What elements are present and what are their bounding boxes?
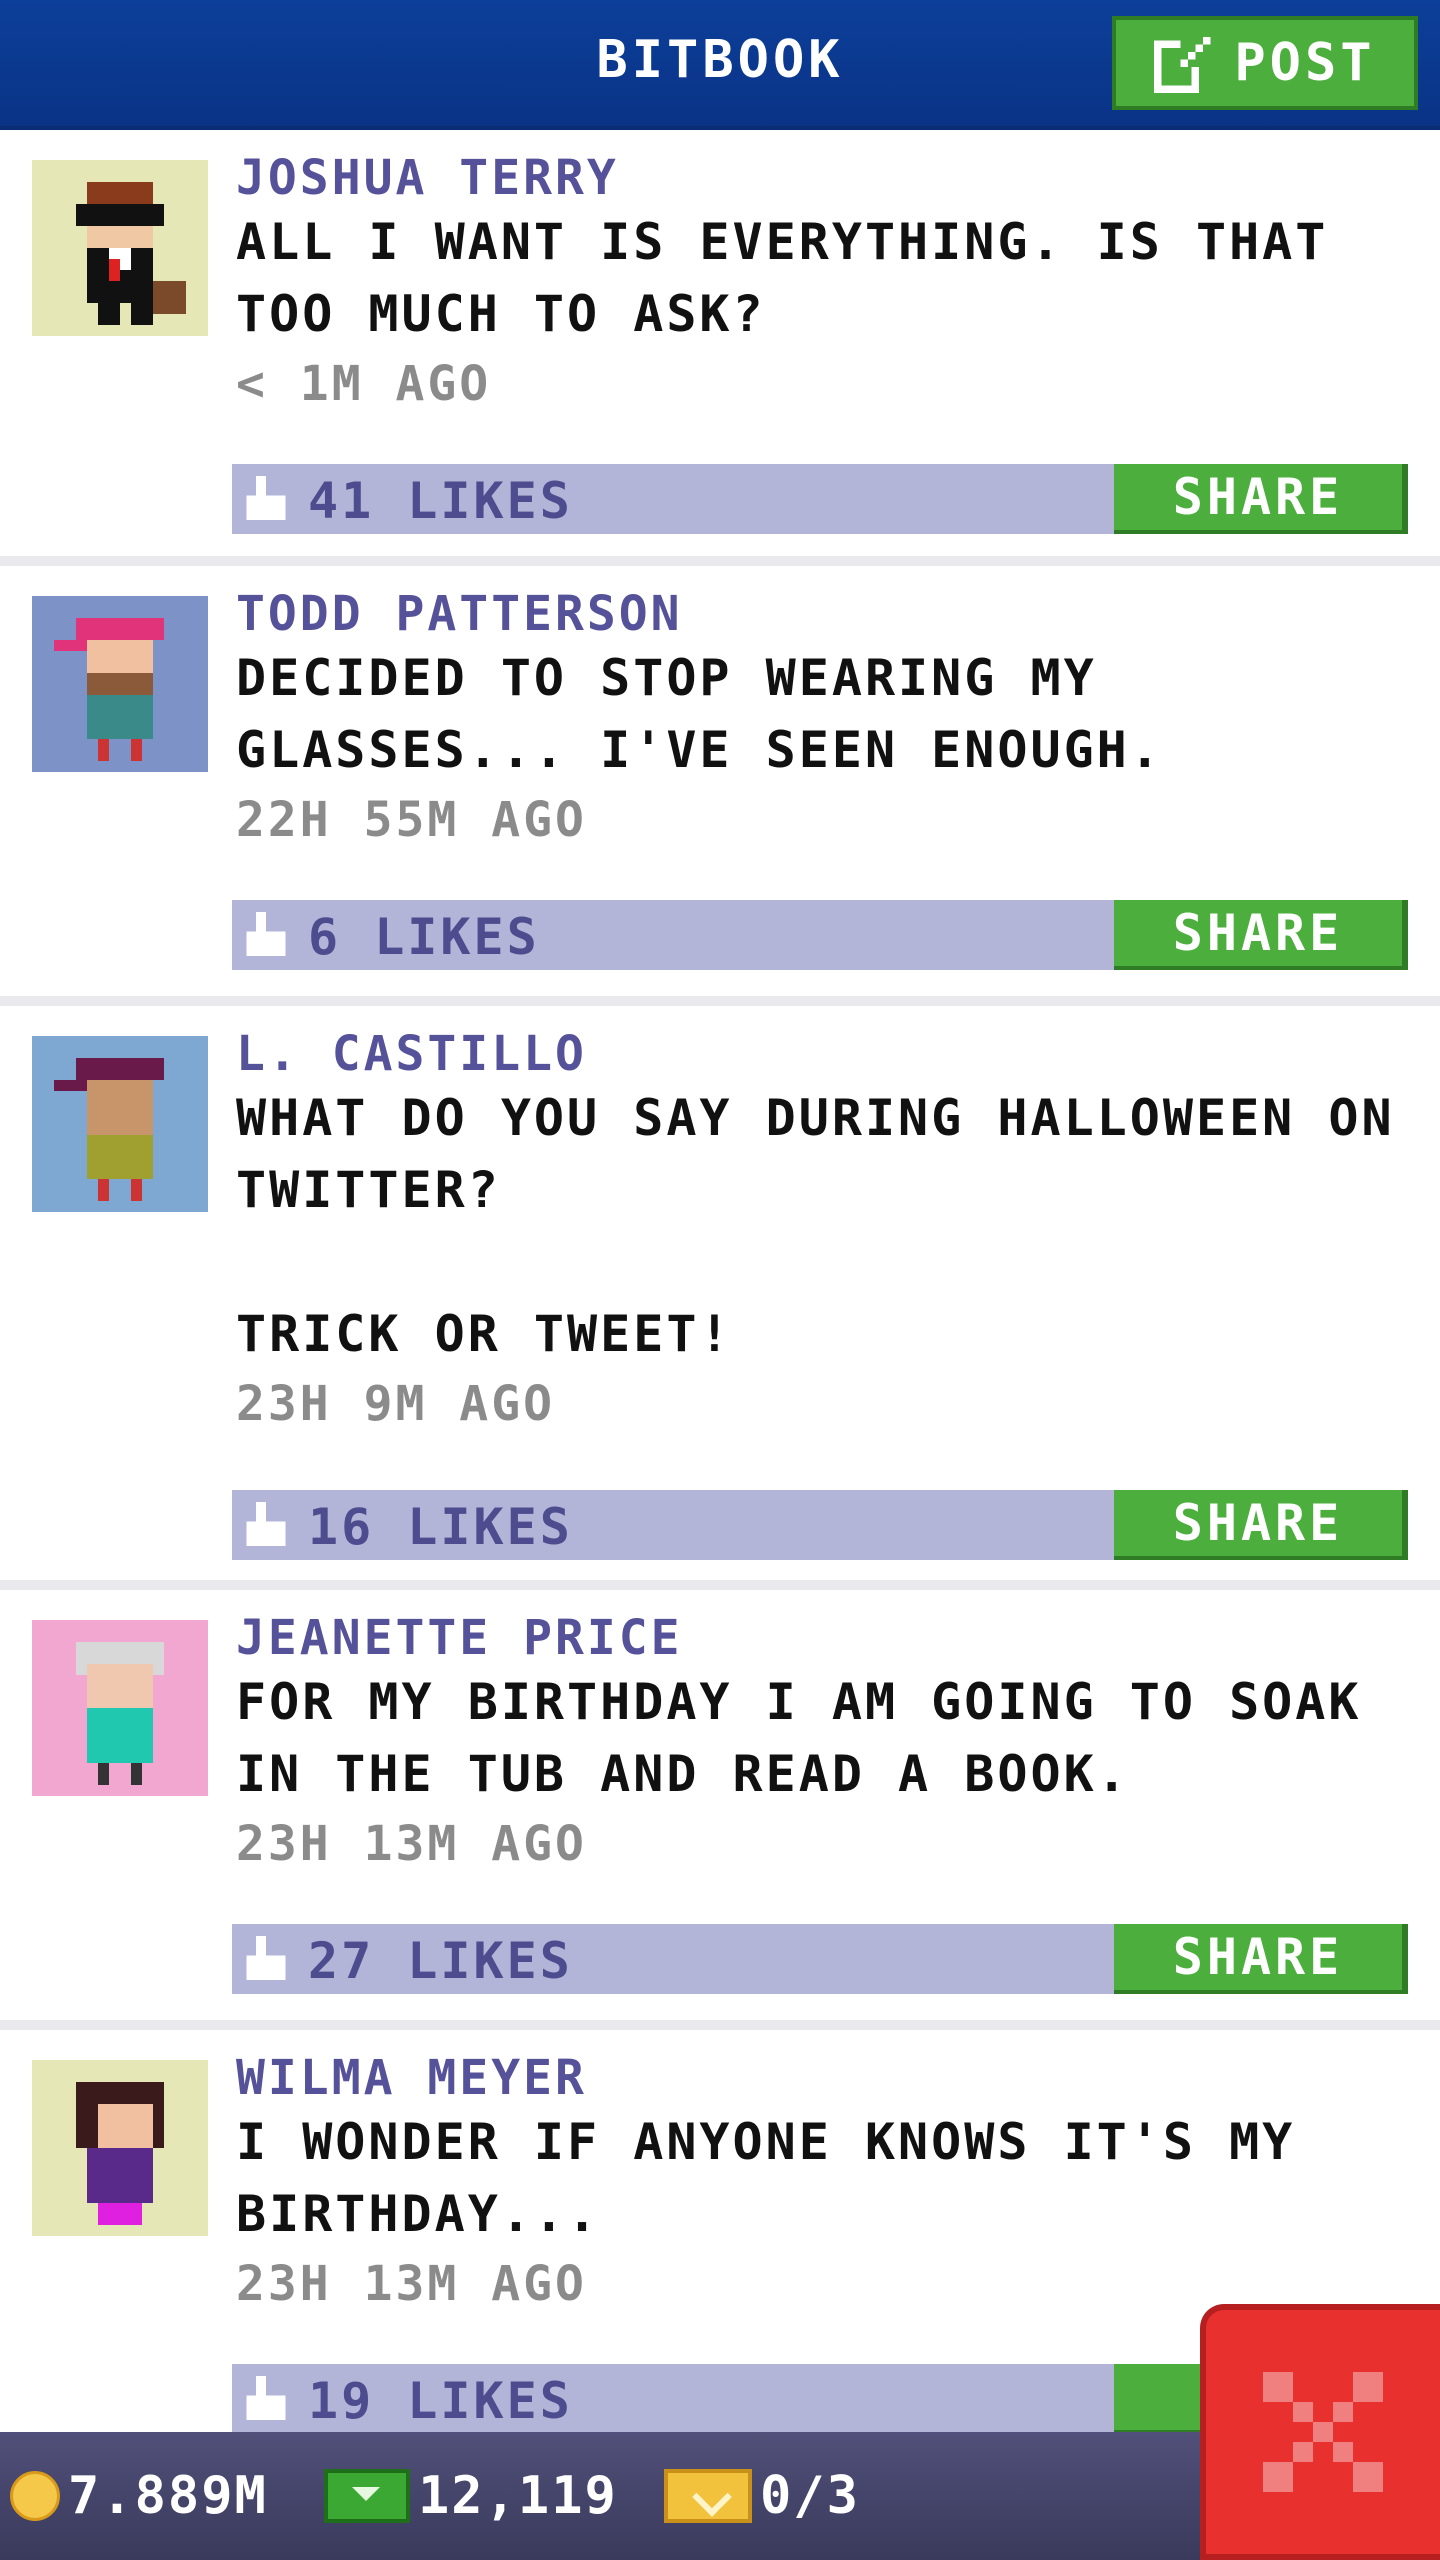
thumbs-up-icon[interactable]	[246, 2376, 286, 2420]
coin-icon	[10, 2471, 60, 2521]
share-button[interactable]: SHARE	[1114, 900, 1408, 970]
likes-count: 27 LIKES	[308, 1932, 573, 1990]
feed-post: JOSHUA TERRY ALL I WANT IS EVERYTHING. I…	[0, 130, 1440, 556]
cash-value: 12,119	[418, 2466, 618, 2526]
feed-list[interactable]: JOSHUA TERRY ALL I WANT IS EVERYTHING. I…	[0, 130, 1440, 2470]
avatar[interactable]	[32, 1036, 208, 1212]
post-content: WILMA MEYER I WONDER IF ANYONE KNOWS IT'…	[236, 2050, 1428, 2318]
avatar[interactable]	[32, 160, 208, 336]
post-message: I WONDER IF ANYONE KNOWS IT'S MY BIRTHDA…	[236, 2113, 1296, 2243]
thumbs-up-icon[interactable]	[246, 1936, 286, 1980]
coins-stat: 7.889M	[10, 2466, 268, 2526]
share-button[interactable]: SHARE	[1114, 1490, 1408, 1560]
thumbs-up-icon[interactable]	[246, 476, 286, 520]
post-content: JOSHUA TERRY ALL I WANT IS EVERYTHING. I…	[236, 150, 1428, 418]
cash-icon	[324, 2469, 410, 2523]
tickets-stat: 0/3	[664, 2466, 860, 2526]
likes-bar: 16 LIKES SHARE	[232, 1490, 1408, 1560]
feed-post: JEANETTE PRICE FOR MY BIRTHDAY I AM GOIN…	[0, 1590, 1440, 2020]
likes-count: 16 LIKES	[308, 1498, 573, 1556]
post-content: L. CASTILLO WHAT DO YOU SAY DURING HALLO…	[236, 1026, 1428, 1438]
edit-icon	[1154, 36, 1211, 93]
post-author[interactable]: WILMA MEYER	[236, 2050, 1428, 2106]
avatar[interactable]	[32, 596, 208, 772]
thumbs-up-icon[interactable]	[246, 912, 286, 956]
share-button[interactable]: SHARE	[1114, 1924, 1408, 1994]
post-time: 23H 9M AGO	[236, 1376, 555, 1432]
ticket-icon	[664, 2469, 752, 2523]
likes-count: 6 LIKES	[308, 908, 540, 966]
post-button[interactable]: POST	[1112, 16, 1418, 110]
post-time: < 1M AGO	[236, 356, 492, 412]
close-button[interactable]	[1200, 2304, 1440, 2560]
post-time: 23H 13M AGO	[236, 1816, 587, 1872]
post-content: TODD PATTERSON DECIDED TO STOP WEARING M…	[236, 586, 1428, 854]
likes-bar: 41 LIKES SHARE	[232, 464, 1408, 534]
cash-stat: 12,119	[324, 2466, 618, 2526]
likes-bar: 6 LIKES SHARE	[232, 900, 1408, 970]
tickets-value: 0/3	[760, 2466, 860, 2526]
post-author[interactable]: L. CASTILLO	[236, 1026, 1428, 1082]
post-author[interactable]: JEANETTE PRICE	[236, 1610, 1428, 1666]
post-message: FOR MY BIRTHDAY I AM GOING TO SOAK IN TH…	[236, 1673, 1362, 1803]
post-author[interactable]: JOSHUA TERRY	[236, 150, 1428, 206]
likes-count: 41 LIKES	[308, 472, 573, 530]
thumbs-up-icon[interactable]	[246, 1502, 286, 1546]
post-content: JEANETTE PRICE FOR MY BIRTHDAY I AM GOIN…	[236, 1610, 1428, 1878]
post-message: ALL I WANT IS EVERYTHING. IS THAT TOO MU…	[236, 213, 1329, 343]
avatar[interactable]	[32, 2060, 208, 2236]
close-icon	[1263, 2372, 1383, 2492]
post-author[interactable]: TODD PATTERSON	[236, 586, 1428, 642]
avatar[interactable]	[32, 1620, 208, 1796]
likes-bar: 27 LIKES SHARE	[232, 1924, 1408, 1994]
post-button-label: POST	[1234, 33, 1376, 93]
feed-post: TODD PATTERSON DECIDED TO STOP WEARING M…	[0, 566, 1440, 996]
app-header: BITBOOK POST	[0, 0, 1440, 130]
likes-count: 19 LIKES	[308, 2372, 573, 2430]
post-time: 22H 55M AGO	[236, 792, 587, 848]
post-message: DECIDED TO STOP WEARING MY GLASSES... I'…	[236, 649, 1163, 779]
share-button[interactable]: SHARE	[1114, 464, 1408, 534]
feed-post: L. CASTILLO WHAT DO YOU SAY DURING HALLO…	[0, 1006, 1440, 1580]
post-message: WHAT DO YOU SAY DURING HALLOWEEN ON TWIT…	[236, 1089, 1395, 1363]
coins-value: 7.889M	[68, 2466, 268, 2526]
